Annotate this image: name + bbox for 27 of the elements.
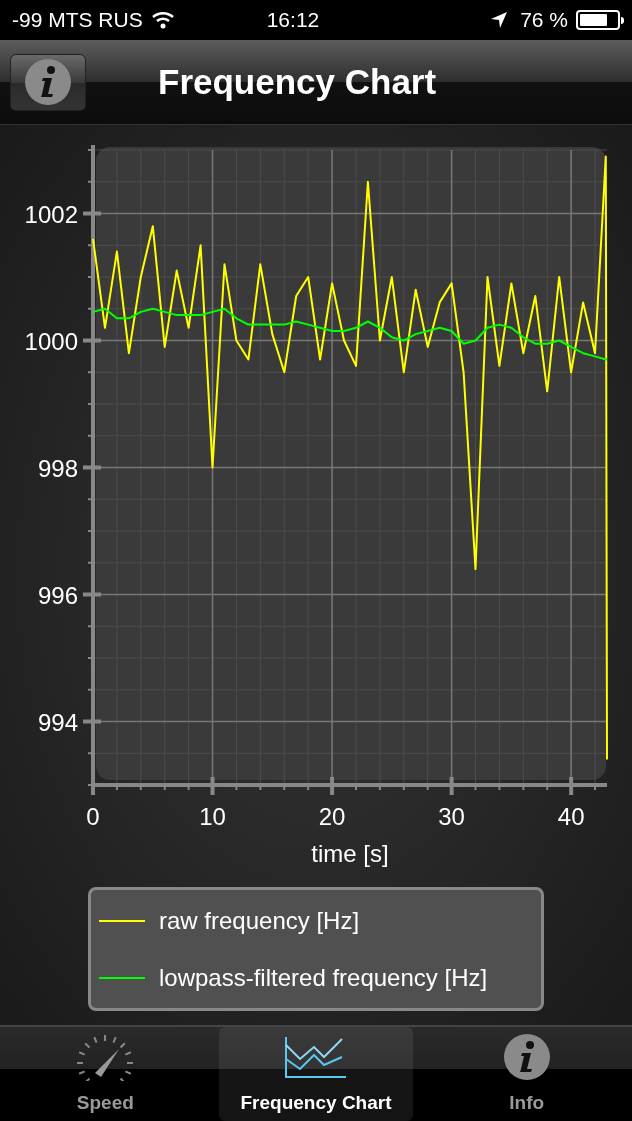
tab-bar-item[interactable]: Speed [8, 1027, 203, 1121]
line-chart-icon [284, 1034, 348, 1081]
x-tick-label: 20 [318, 803, 346, 830]
info-icon [24, 58, 72, 106]
x-tick-label: 40 [557, 803, 585, 830]
y-tick-label: 996 [37, 581, 78, 609]
tab-bar-item[interactable]: Info [429, 1027, 624, 1121]
x-tick-label: 10 [199, 803, 226, 830]
info-icon [502, 1032, 551, 1081]
clock-time: 16:12 [266, 7, 320, 34]
y-tick-label: 994 [37, 708, 78, 736]
legend-label: lowpass-filtered frequency [Hz] [159, 962, 488, 993]
speedometer-icon [75, 1034, 136, 1081]
info-button[interactable] [10, 53, 86, 111]
nav-title: Frequency Chart [158, 60, 437, 103]
wifi-icon [150, 11, 175, 29]
tab-bar-item[interactable]: Frequency Chart [218, 1027, 414, 1121]
legend-label: raw frequency [Hz] [159, 905, 360, 936]
battery-percent: 76 % [520, 7, 568, 34]
x-tick-label: 30 [438, 803, 465, 830]
carrier-name: -99 MTS RUS [12, 7, 143, 34]
y-tick-label: 998 [37, 454, 78, 482]
x-tick-label: 0 [86, 803, 100, 830]
y-tick-label: 1000 [24, 327, 78, 355]
location-arrow-icon [490, 11, 509, 29]
x-axis-label: time [s] [311, 840, 389, 867]
y-tick-label: 1002 [24, 200, 78, 228]
